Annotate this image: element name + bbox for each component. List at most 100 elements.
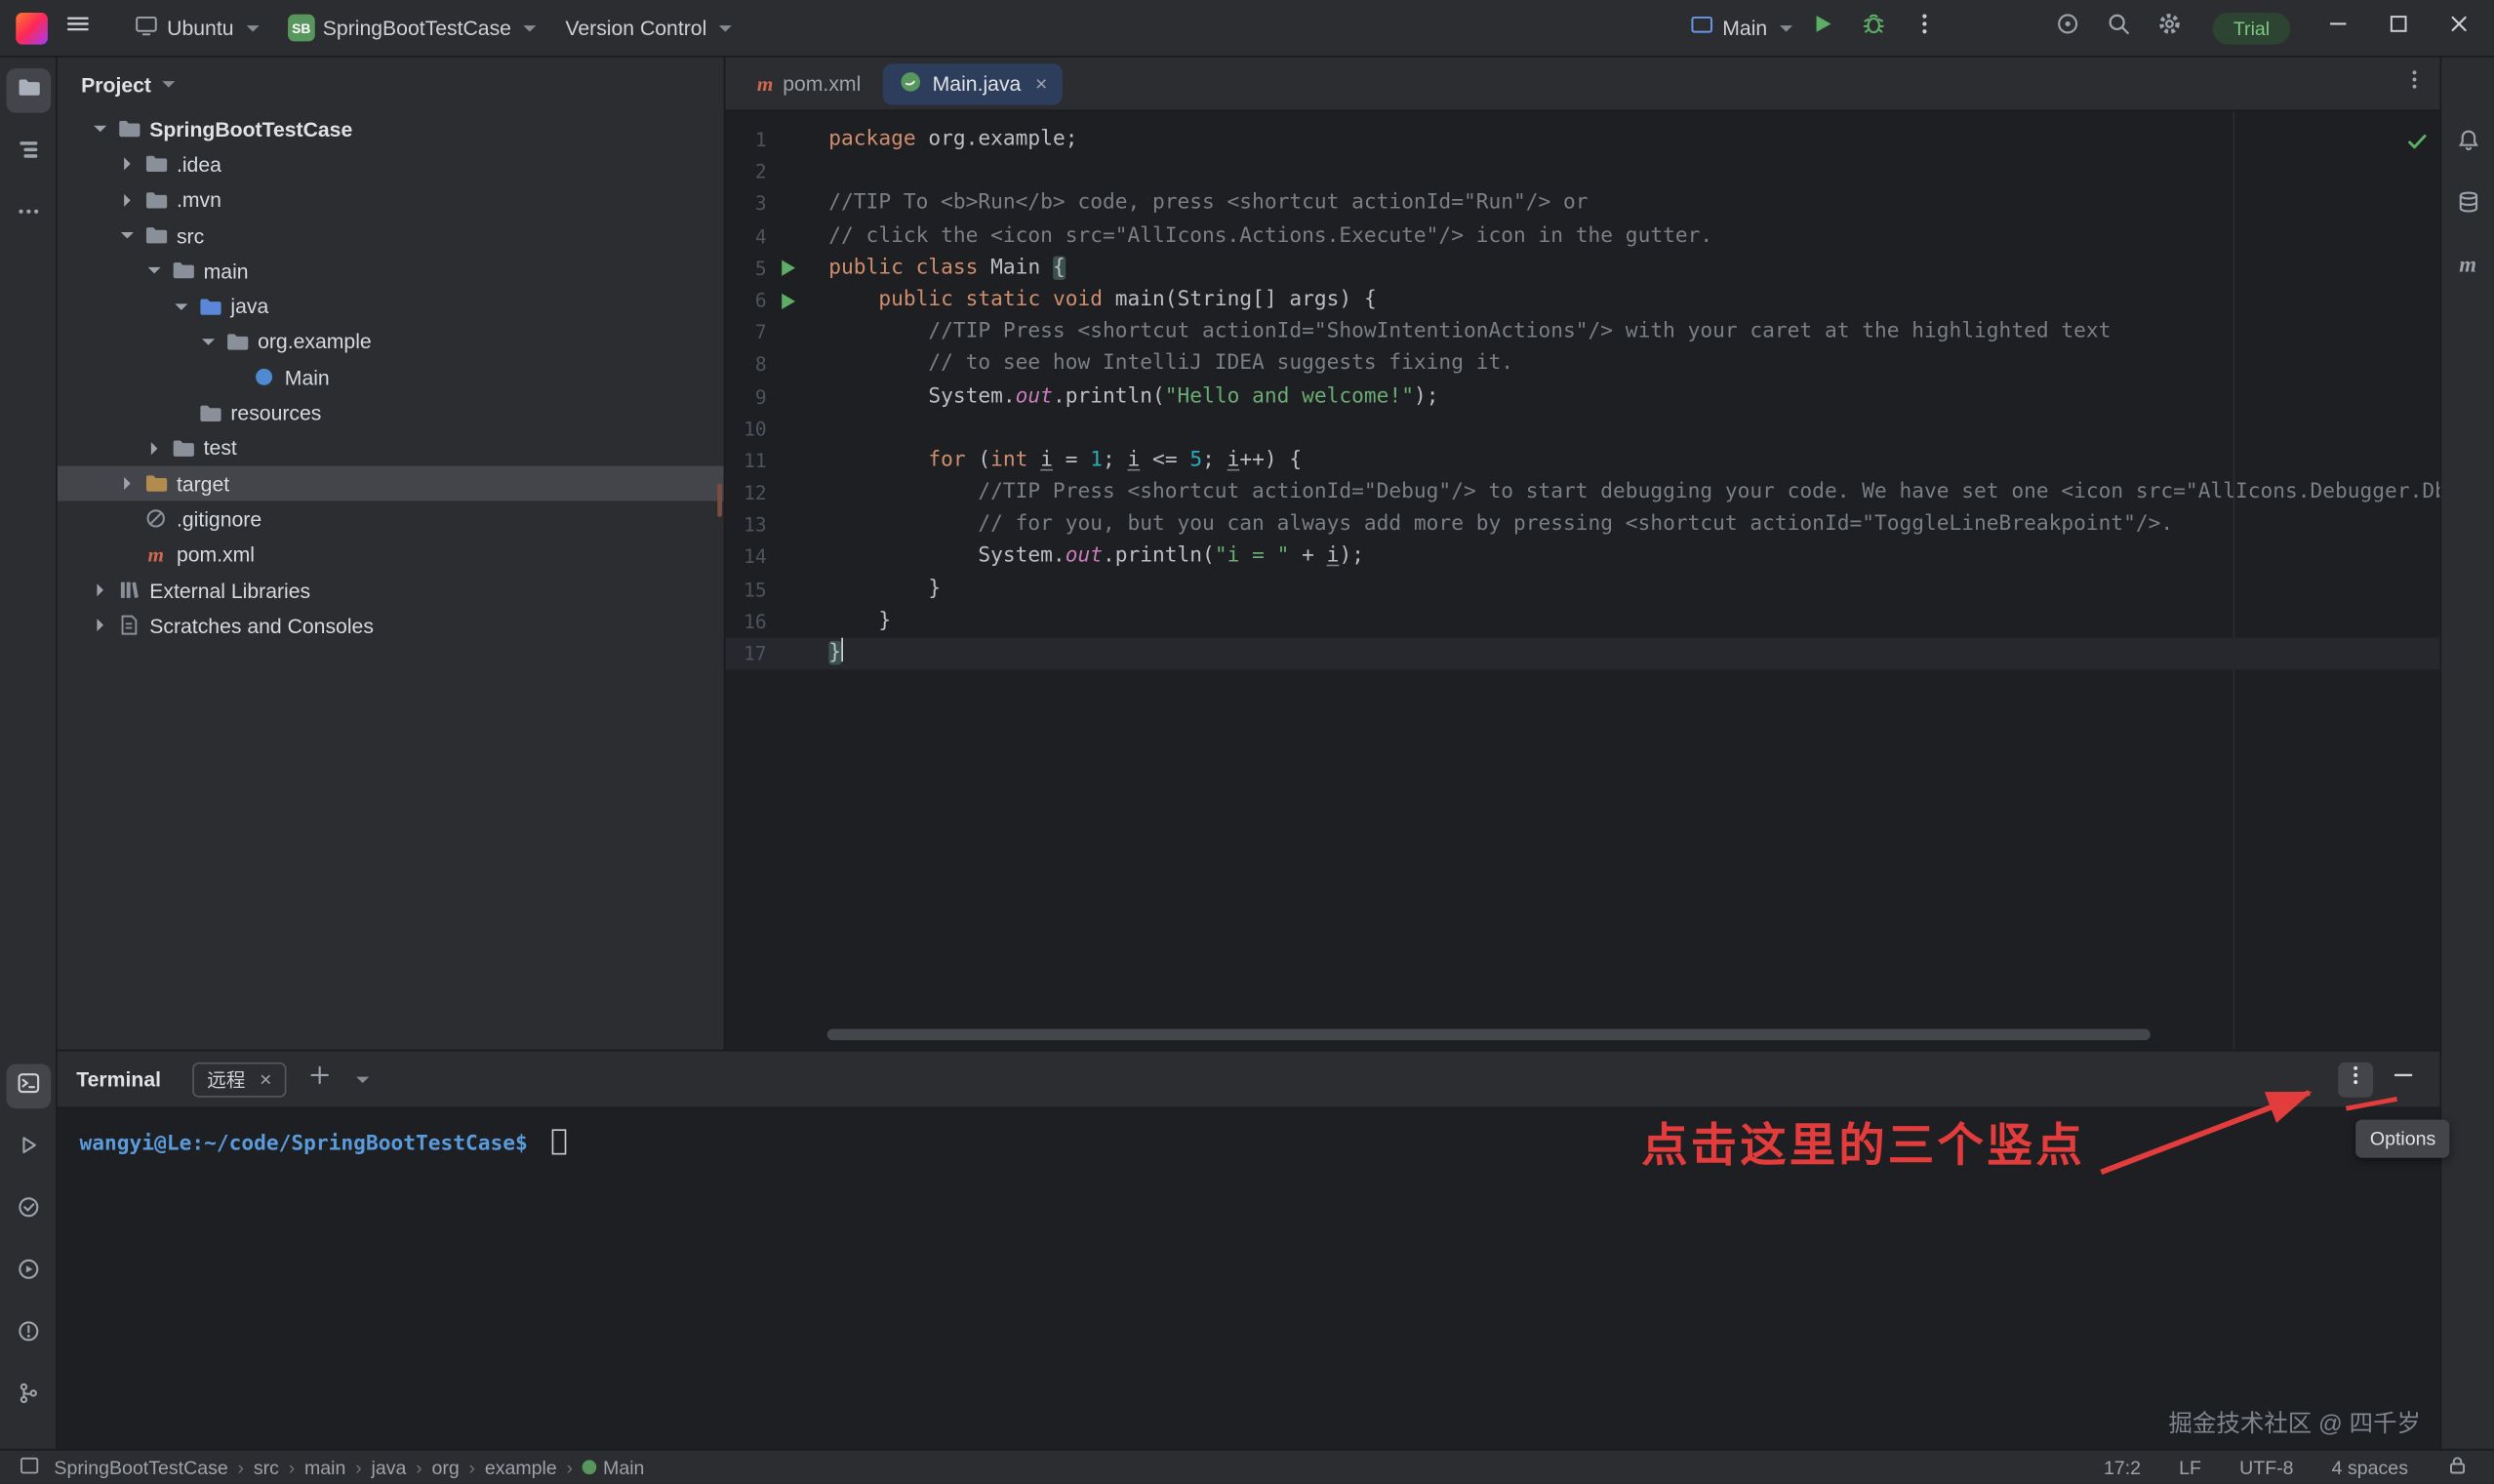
code-line-7[interactable]: 7 //TIP Press <shortcut actionId="ShowIn… xyxy=(725,317,2439,349)
tree-item-test[interactable]: test xyxy=(58,430,724,465)
line-separator[interactable]: LF xyxy=(2179,1456,2201,1478)
project-toolwindow-button[interactable] xyxy=(6,68,51,113)
terminal-output[interactable]: wangyi@Le:~/code/SpringBootTestCase$ xyxy=(58,1108,2440,1177)
code-line-16[interactable]: 16 } xyxy=(725,606,2439,638)
chevron-down-icon[interactable] xyxy=(89,118,111,140)
code-line-13[interactable]: 13 // for you, but you can always add mo… xyxy=(725,509,2439,541)
project-selector[interactable]: SB SpringBootTestCase xyxy=(288,15,537,42)
code-line-12[interactable]: 12 //TIP Press <shortcut actionId="Debug… xyxy=(725,477,2439,509)
more-actions-button[interactable] xyxy=(1904,7,1945,48)
chevron-down-icon[interactable] xyxy=(116,224,139,247)
code-line-5[interactable]: 5public class Main { xyxy=(725,253,2439,285)
chevron-right-icon[interactable] xyxy=(116,189,139,212)
tree-item-src[interactable]: src xyxy=(58,218,724,253)
chevron-right-icon[interactable] xyxy=(143,437,166,460)
code-line-14[interactable]: 14 System.out.println("i = " + i); xyxy=(725,541,2439,574)
problems-toolwindow-button[interactable] xyxy=(6,1312,51,1357)
chevron-down-icon[interactable] xyxy=(143,260,166,282)
todo-toolwindow-button[interactable] xyxy=(6,1188,51,1233)
chevron-down-icon[interactable] xyxy=(170,296,192,318)
tab-main-java[interactable]: Main.java × xyxy=(883,62,1064,103)
code-line-3[interactable]: 3//TIP To <b>Run</b> code, press <shortc… xyxy=(725,188,2439,221)
breadcrumb-src[interactable]: src xyxy=(254,1456,279,1478)
services-toolwindow-button[interactable] xyxy=(6,1250,51,1295)
run-config-selector[interactable]: Main xyxy=(1689,13,1792,43)
terminal-options-button[interactable] xyxy=(2338,1062,2373,1097)
tree-item--gitignore[interactable]: .gitignore xyxy=(58,501,724,537)
file-encoding[interactable]: UTF-8 xyxy=(2239,1456,2293,1478)
chevron-right-icon[interactable] xyxy=(89,579,111,601)
minimize-button[interactable] xyxy=(2313,6,2363,51)
run-line-icon[interactable] xyxy=(767,253,802,285)
caret-position[interactable]: 17:2 xyxy=(2104,1456,2141,1478)
terminal-toolwindow-button[interactable] xyxy=(6,1064,51,1109)
code-line-6[interactable]: 6 public static void main(String[] args)… xyxy=(725,285,2439,317)
close-terminal-tab-icon[interactable]: × xyxy=(260,1067,271,1091)
tree-item-target[interactable]: target xyxy=(58,466,724,501)
structure-toolwindow-button[interactable] xyxy=(6,131,51,176)
run-toolwindow-button[interactable] xyxy=(6,1126,51,1171)
main-menu-button[interactable] xyxy=(58,7,99,48)
code-line-15[interactable]: 15 } xyxy=(725,574,2439,606)
run-line-icon[interactable] xyxy=(767,285,802,317)
lock-icon[interactable] xyxy=(2446,1454,2469,1481)
breadcrumb-main[interactable]: main xyxy=(304,1456,345,1478)
code-line-11[interactable]: 11 for (int i = 1; i <= 5; i++) { xyxy=(725,445,2439,477)
database-toolwindow-button[interactable] xyxy=(2445,182,2490,227)
code-line-2[interactable]: 2 xyxy=(725,156,2439,188)
tree-item-java[interactable]: java xyxy=(58,289,724,324)
indent-setting[interactable]: 4 spaces xyxy=(2332,1456,2408,1478)
tab-options-button[interactable] xyxy=(2401,66,2427,100)
target-selector[interactable]: Ubuntu xyxy=(134,13,260,43)
maven-toolwindow-button[interactable]: m xyxy=(2445,245,2490,290)
tree-item-pom-xml[interactable]: mpom.xml xyxy=(58,537,724,572)
close-tab-icon[interactable]: × xyxy=(1035,71,1047,95)
code-line-10[interactable]: 10 xyxy=(725,413,2439,445)
tree-item-springboottestcase[interactable]: SpringBootTestCase xyxy=(58,111,724,146)
more-toolwindows-button[interactable] xyxy=(6,192,51,237)
new-terminal-button[interactable] xyxy=(299,1059,340,1100)
search-everywhere-button[interactable] xyxy=(2098,7,2139,48)
debug-button[interactable] xyxy=(1853,7,1894,48)
breadcrumb-springboottestcase[interactable]: SpringBootTestCase xyxy=(54,1456,227,1478)
code-line-17[interactable]: 17} xyxy=(725,638,2439,670)
trial-badge[interactable]: Trial xyxy=(2213,12,2291,44)
terminal-tab-remote[interactable]: 远程 × xyxy=(193,1062,287,1097)
close-button[interactable] xyxy=(2434,6,2484,51)
terminal-panel-title[interactable]: Terminal xyxy=(76,1067,161,1091)
run-button[interactable] xyxy=(1802,7,1843,48)
hide-terminal-button[interactable] xyxy=(2386,1062,2421,1097)
horizontal-scrollbar[interactable] xyxy=(827,1029,2151,1040)
code-editor[interactable]: 1package org.example;23//TIP To <b>Run</… xyxy=(725,111,2439,1050)
tree-item-resources[interactable]: resources xyxy=(58,395,724,430)
tree-item--mvn[interactable]: .mvn xyxy=(58,182,724,218)
terminal-type-dropdown[interactable] xyxy=(341,1059,382,1100)
tree-item--idea[interactable]: .idea xyxy=(58,146,724,181)
code-line-4[interactable]: 4// click the <icon src="AllIcons.Action… xyxy=(725,221,2439,253)
ai-assistant-button[interactable] xyxy=(2047,7,2088,48)
tree-item-main[interactable]: main xyxy=(58,253,724,288)
chevron-right-icon[interactable] xyxy=(116,472,139,495)
code-line-1[interactable]: 1package org.example; xyxy=(725,124,2439,156)
code-line-9[interactable]: 9 System.out.println("Hello and welcome!… xyxy=(725,381,2439,413)
inspections-passed-icon[interactable] xyxy=(2405,129,2431,161)
breadcrumb-java[interactable]: java xyxy=(372,1456,407,1478)
settings-button[interactable] xyxy=(2149,7,2190,48)
project-panel-header[interactable]: Project xyxy=(58,58,724,111)
chevron-down-icon[interactable] xyxy=(197,331,220,353)
vcs-selector[interactable]: Version Control xyxy=(565,16,732,39)
tree-item-external-libraries[interactable]: External Libraries xyxy=(58,573,724,608)
breadcrumb-example[interactable]: example xyxy=(485,1456,557,1478)
code-line-8[interactable]: 8 // to see how IntelliJ IDEA suggests f… xyxy=(725,349,2439,381)
notifications-button[interactable] xyxy=(2445,121,2490,166)
chevron-right-icon[interactable] xyxy=(89,615,111,637)
tab-pom-xml[interactable]: m pom.xml xyxy=(742,62,877,103)
tree-item-org-example[interactable]: org.example xyxy=(58,324,724,359)
maximize-button[interactable] xyxy=(2373,6,2424,51)
breadcrumb-org[interactable]: org xyxy=(431,1456,459,1478)
tree-item-scratches-and-consoles[interactable]: Scratches and Consoles xyxy=(58,608,724,643)
chevron-right-icon[interactable] xyxy=(116,153,139,176)
version-control-toolwindow-button[interactable] xyxy=(6,1374,51,1419)
tree-item-main[interactable]: Main xyxy=(58,360,724,395)
breadcrumb-main[interactable]: Main xyxy=(583,1456,645,1478)
